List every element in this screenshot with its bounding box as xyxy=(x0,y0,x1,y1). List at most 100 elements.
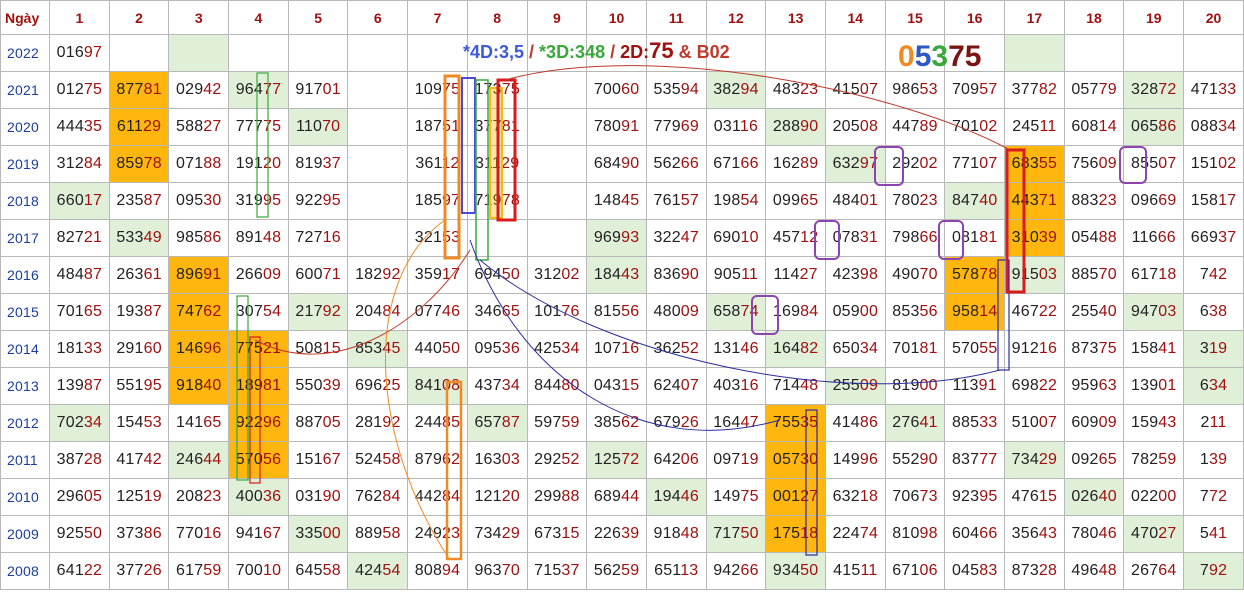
number-head: 2 xyxy=(1200,414,1210,431)
table-row: 2015 70165 19387 74762 30754 21792 20484 07746 3… xyxy=(0,293,1244,331)
number-head: 853 xyxy=(355,340,383,357)
number-tail: 66 xyxy=(680,155,699,172)
number-head: 562 xyxy=(593,562,622,579)
number-cell: 53349 xyxy=(108,219,170,257)
year-cell: 2016 xyxy=(0,256,51,294)
number-cell: 31284 xyxy=(49,145,110,183)
number-tail: 07 xyxy=(1038,414,1058,431)
number-cell: 14975 xyxy=(705,478,767,516)
number-tail: 72 xyxy=(1209,488,1228,505)
number-head: 5 xyxy=(1199,525,1209,542)
number-cell xyxy=(526,71,588,109)
number-head: 022 xyxy=(1131,488,1159,505)
number-tail: 78 xyxy=(143,155,162,172)
number-head: 6 xyxy=(1199,303,1209,320)
number-cell: 41742 xyxy=(108,441,170,479)
number-tail: 44 xyxy=(203,451,222,468)
number-head: 097 xyxy=(713,451,741,468)
number-cell: 88570 xyxy=(1063,256,1125,294)
number-cell: 11391 xyxy=(944,367,1006,405)
number-cell: 72716 xyxy=(287,219,349,257)
number-head: 717 xyxy=(713,525,741,542)
number-head: 490 xyxy=(892,266,920,283)
number-head: 470 xyxy=(1131,525,1159,542)
number-cell: 44050 xyxy=(407,330,468,368)
number-tail: 09 xyxy=(859,377,879,394)
number-cell: 81098 xyxy=(884,515,946,553)
number-cell: 50815 xyxy=(287,330,349,368)
number-tail: 66 xyxy=(740,155,759,172)
number-tail: 18 xyxy=(800,525,819,542)
number-head: 423 xyxy=(832,266,860,283)
number-tail: 84 xyxy=(382,488,401,505)
number-tail: 16 xyxy=(203,525,222,542)
number-head: 798 xyxy=(892,229,920,246)
number-tail: 53 xyxy=(143,414,162,431)
year-cell: 2009 xyxy=(0,515,51,553)
number-cell: 20508 xyxy=(824,108,886,146)
number-tail: 20 xyxy=(262,155,282,172)
number-tail: 45 xyxy=(382,340,401,357)
number-cell: 70673 xyxy=(884,478,946,516)
number-head: 198 xyxy=(713,192,741,209)
number-tail: 87 xyxy=(143,303,162,320)
number-head: 328 xyxy=(1131,81,1159,98)
number-tail: 30 xyxy=(800,451,819,468)
number-tail: 50 xyxy=(740,525,759,542)
number-head: 246 xyxy=(176,451,204,468)
number-head: 1 xyxy=(1199,451,1209,468)
number-cell: 26764 xyxy=(1123,552,1185,590)
number-cell xyxy=(347,71,409,109)
number-head: 077 xyxy=(414,303,443,320)
number-head: 292 xyxy=(892,155,920,172)
number-tail: 54 xyxy=(740,192,759,209)
number-tail: 39 xyxy=(322,377,341,394)
number-tail: 98 xyxy=(859,266,879,283)
number-tail: 11 xyxy=(860,562,878,579)
table-row: 2013 13987 55195 91840 18981 55039 69625 84108 4… xyxy=(0,367,1244,405)
number-tail: 08 xyxy=(442,377,461,394)
number-head: 204 xyxy=(355,303,383,320)
number-head: 484 xyxy=(832,192,860,209)
number-tail: 49 xyxy=(143,229,162,246)
number-head: 312 xyxy=(56,155,84,172)
number-cell: 88705 xyxy=(287,404,349,442)
number-cell: 87962 xyxy=(407,441,468,479)
formula-4d: *4D:3,5 xyxy=(463,42,525,62)
number-tail: 90 xyxy=(680,266,699,283)
number-tail: 23 xyxy=(442,525,461,542)
number-cell xyxy=(526,182,588,220)
number-tail: 34 xyxy=(501,377,520,394)
number-head: 508 xyxy=(295,340,323,357)
number-cell: 67106 xyxy=(884,552,946,590)
number-cell: 29605 xyxy=(49,478,110,516)
year-cell: 2019 xyxy=(0,145,51,183)
number-head: 266 xyxy=(235,266,263,283)
number-tail: 09 xyxy=(1098,414,1117,431)
number-cell: 772 xyxy=(1183,478,1244,516)
number-tail: 02 xyxy=(919,155,938,172)
number-cell: 84108 xyxy=(407,367,468,405)
number-head: 417 xyxy=(116,451,144,468)
number-head: 727 xyxy=(295,229,323,246)
number-head: 782 xyxy=(1131,451,1159,468)
number-cell: 46722 xyxy=(1004,293,1065,331)
number-cell: 76284 xyxy=(347,478,409,516)
number-tail: 91 xyxy=(978,377,997,394)
number-tail: 05 xyxy=(322,414,341,431)
number-tail: 34 xyxy=(1209,377,1228,394)
number-head: 116 xyxy=(1131,229,1158,246)
number-cell: 89691 xyxy=(168,256,230,294)
number-tail: 92 xyxy=(382,414,401,431)
number-cell: 24923 xyxy=(407,515,468,553)
number-tail: 23 xyxy=(1098,192,1117,209)
number-head: 125 xyxy=(116,488,144,505)
header-day: 11 xyxy=(645,0,707,35)
number-head: 837 xyxy=(951,451,980,468)
number-cell: 67166 xyxy=(705,145,767,183)
number-head: 734 xyxy=(474,525,502,542)
number-cell: 91701 xyxy=(287,71,349,109)
number-tail: 87 xyxy=(501,414,520,431)
number-head: 193 xyxy=(116,303,144,320)
number-head: 026 xyxy=(1071,488,1099,505)
